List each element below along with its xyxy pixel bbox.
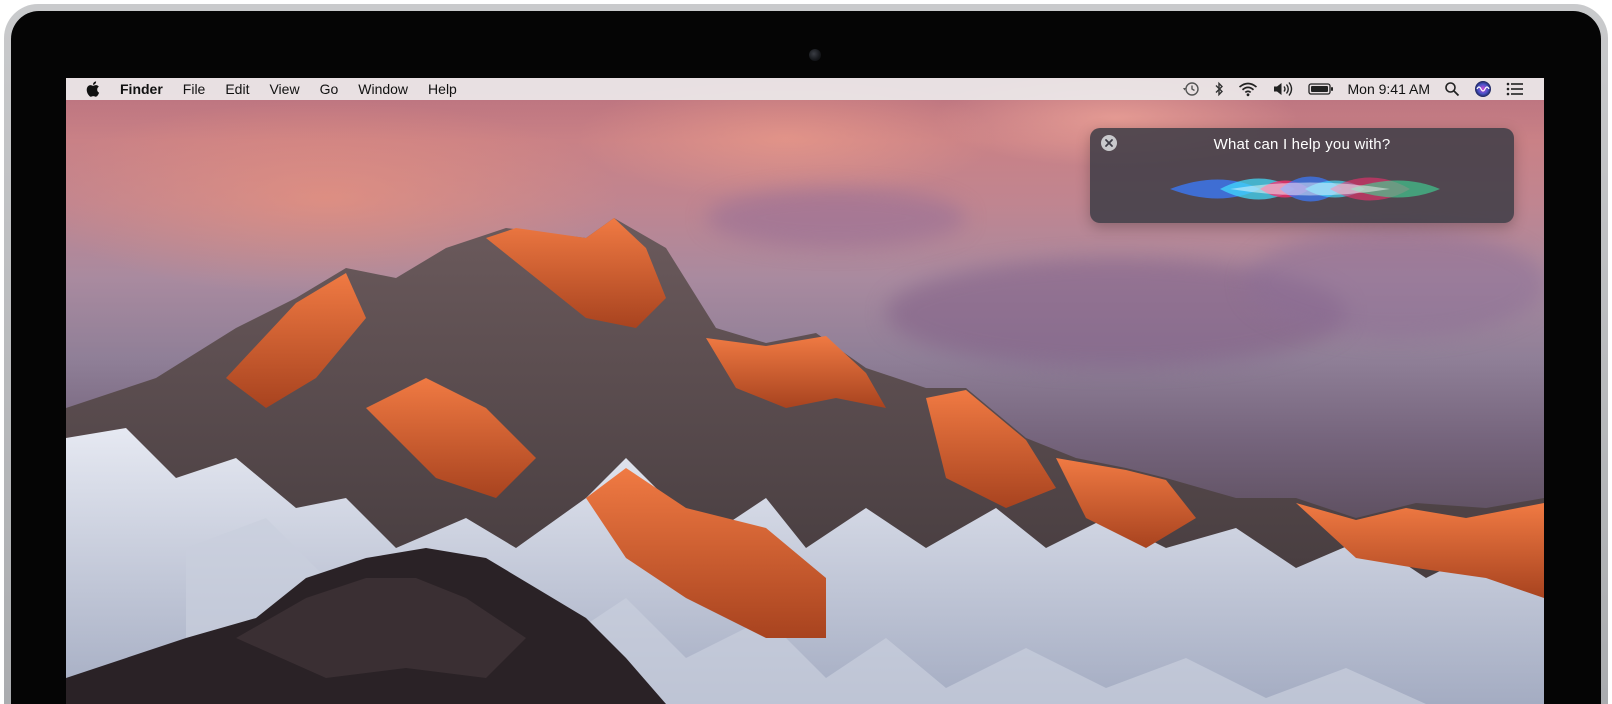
- time-machine-icon[interactable]: [1182, 80, 1200, 98]
- notification-center-icon[interactable]: [1506, 80, 1524, 98]
- siri-waveform-icon: [1110, 176, 1494, 202]
- menu-edit[interactable]: Edit: [225, 81, 249, 97]
- siri-icon[interactable]: [1474, 80, 1492, 98]
- camera: [809, 49, 821, 61]
- siri-panel: What can I help you with?: [1090, 128, 1514, 223]
- bluetooth-icon[interactable]: [1214, 80, 1224, 98]
- menu-file[interactable]: File: [183, 81, 206, 97]
- apple-menu-icon[interactable]: [86, 80, 102, 98]
- menu-help[interactable]: Help: [428, 81, 457, 97]
- menu-window[interactable]: Window: [358, 81, 408, 97]
- spotlight-search-icon[interactable]: [1444, 80, 1460, 98]
- battery-icon[interactable]: [1307, 80, 1334, 98]
- volume-icon[interactable]: [1272, 80, 1294, 98]
- siri-prompt: What can I help you with?: [1213, 136, 1391, 153]
- menu-bar: Finder File Edit View Go Window Help Mon…: [66, 78, 1544, 100]
- menu-clock[interactable]: Mon 9:41 AM: [1348, 81, 1431, 97]
- wifi-icon[interactable]: [1238, 80, 1258, 98]
- menu-go[interactable]: Go: [320, 81, 339, 97]
- menu-app-finder[interactable]: Finder: [120, 81, 163, 97]
- menu-view[interactable]: View: [269, 81, 299, 97]
